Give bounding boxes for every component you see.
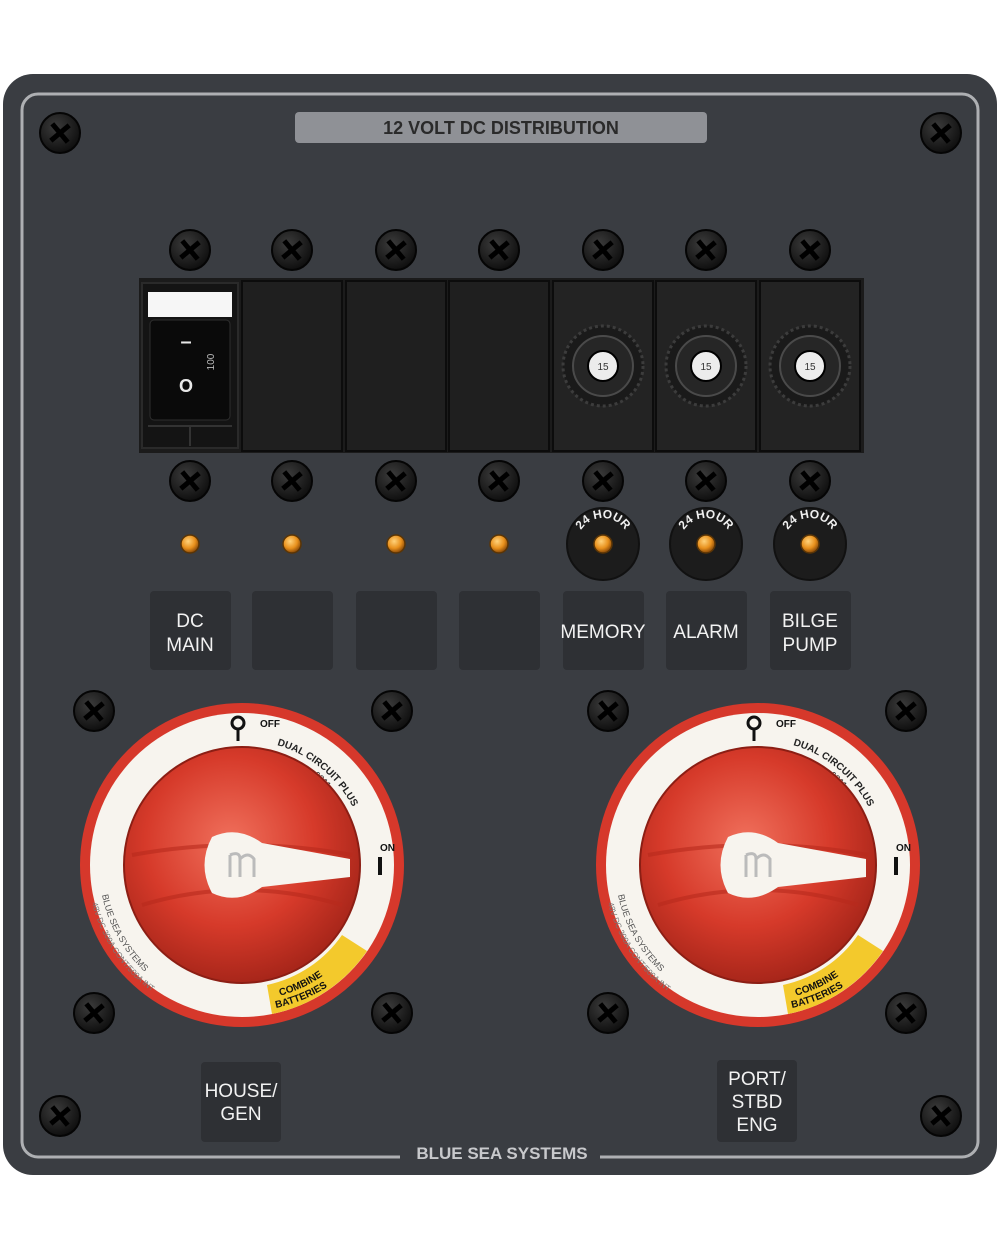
circuit-column — [448, 229, 550, 670]
switch-label-plate — [201, 1062, 281, 1142]
breaker-toggle-top[interactable] — [148, 292, 232, 317]
circuit-label-line-1: ALARM — [673, 622, 738, 643]
switch-screw — [371, 992, 413, 1034]
fuse-rating-mark: 15 — [597, 362, 609, 373]
indicator-led — [800, 534, 820, 554]
breaker-screw — [169, 460, 211, 502]
switch-off-label: OFF — [260, 719, 280, 730]
indicator-led — [593, 534, 613, 554]
breaker-off-symbol: O — [179, 376, 193, 396]
blank-breaker-slot — [241, 280, 343, 452]
corner-screw — [920, 112, 962, 154]
switch-screw — [587, 992, 629, 1034]
indicator-led — [386, 534, 406, 554]
breaker-screw — [271, 229, 313, 271]
switch-2-label-line-3: ENG — [736, 1115, 777, 1136]
indicator-led — [180, 534, 200, 554]
battery-switch-2[interactable]: OFFONDUAL CIRCUIT PLUS6011COMBINEBATTERI… — [596, 703, 920, 1027]
corner-screw — [920, 1095, 962, 1137]
circuit-label-line-1: MEMORY — [560, 622, 645, 643]
breaker-on-symbol: – — [180, 331, 191, 353]
fuse-rating-mark: 15 — [700, 362, 712, 373]
switch-on-label: ON — [380, 843, 395, 854]
main-breaker[interactable]: – O 100 — [141, 282, 239, 449]
breaker-screw — [375, 460, 417, 502]
breaker-screw — [582, 460, 624, 502]
breaker-screw — [685, 229, 727, 271]
blank-breaker-slot — [345, 280, 447, 452]
switch-off-label: OFF — [776, 719, 796, 730]
switch-screw — [371, 690, 413, 732]
indicator-led — [282, 534, 302, 554]
switch-screw — [73, 690, 115, 732]
circuit-label-line-1: BILGE — [782, 611, 838, 632]
circuit-label-line-2: MAIN — [166, 635, 214, 656]
switch-1-label-line-1: HOUSE/ — [205, 1081, 279, 1102]
distribution-panel: 12 VOLT DC DISTRIBUTION BLUE SEA SYSTEMS… — [3, 74, 997, 1175]
circuit-column: 1524 HOURALARM — [655, 229, 757, 670]
circuit-column — [241, 229, 343, 670]
switch-1-label-line-2: GEN — [220, 1104, 261, 1125]
breaker-screw — [271, 460, 313, 502]
panel-title: 12 VOLT DC DISTRIBUTION — [383, 118, 619, 138]
circuit-column: 1524 HOURMEMORY — [552, 229, 654, 670]
corner-screw — [39, 1095, 81, 1137]
circuit-label-plate — [356, 591, 437, 670]
breaker-screw — [478, 460, 520, 502]
indicator-led — [696, 534, 716, 554]
switch-2-label-line-1: PORT/ — [728, 1069, 786, 1090]
circuit-label-plate — [252, 591, 333, 670]
breaker-screw — [685, 460, 727, 502]
breaker-screw — [169, 229, 211, 271]
corner-screw — [39, 112, 81, 154]
battery-switch-1[interactable]: OFFONDUAL CIRCUIT PLUS6011COMBINEBATTERI… — [80, 703, 404, 1027]
breaker-rating: 100 — [206, 353, 217, 370]
breaker-screw — [375, 229, 417, 271]
circuit-label-line-2: PUMP — [783, 635, 838, 656]
circuit-label-plate — [459, 591, 540, 670]
breaker-screw — [789, 229, 831, 271]
breaker-screw — [789, 460, 831, 502]
blank-breaker-slot — [448, 280, 550, 452]
switch-screw — [73, 992, 115, 1034]
circuit-column — [345, 229, 447, 670]
brand-name: BLUE SEA SYSTEMS — [416, 1144, 587, 1163]
breaker-screw — [582, 229, 624, 271]
indicator-led — [489, 534, 509, 554]
circuit-column: 1524 HOURBILGEPUMP — [759, 229, 861, 670]
switch-on-label: ON — [896, 843, 911, 854]
switch-2-label-line-2: STBD — [732, 1092, 783, 1113]
switch-screw — [885, 992, 927, 1034]
switch-screw — [587, 690, 629, 732]
circuit-label-line-1: DC — [176, 611, 203, 632]
breaker-screw — [478, 229, 520, 271]
fuse-rating-mark: 15 — [804, 362, 816, 373]
switch-screw — [885, 690, 927, 732]
